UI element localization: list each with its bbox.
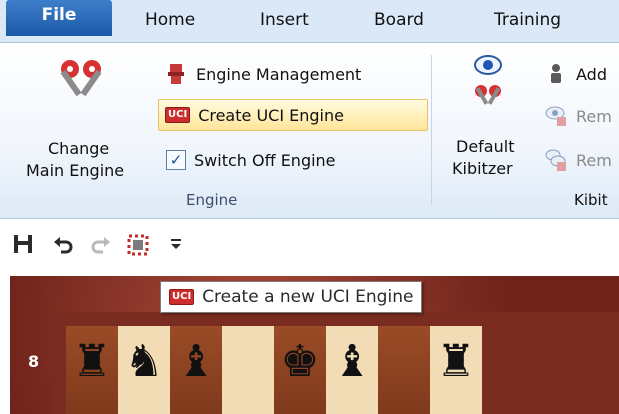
remove-all-kibitzers-label: Rem (576, 150, 612, 170)
tab-training[interactable]: Training (494, 6, 561, 38)
switch-off-engine-checkbox[interactable]: ✓ Switch Off Engine (166, 145, 336, 175)
kibitzer-group-label: Kibit (574, 191, 608, 209)
piece-a8[interactable]: ♜ (66, 338, 118, 386)
default-kibitzer-label-1: Default (456, 137, 515, 156)
remove-kibitzer-label: Rem (576, 106, 612, 126)
create-uci-engine-button[interactable]: UCI Create UCI Engine (158, 99, 428, 131)
piece-f8[interactable]: ♝ (326, 338, 378, 386)
piece-h8[interactable]: ♜ (430, 338, 482, 386)
quick-access-toolbar (0, 219, 619, 267)
rank-label: 8 (28, 352, 40, 371)
engine-icon[interactable] (126, 233, 150, 257)
switch-off-engine-label: Switch Off Engine (194, 150, 336, 170)
engine-management-button[interactable]: Engine Management (164, 59, 361, 89)
customize-dropdown-icon[interactable] (168, 233, 192, 257)
tab-file[interactable]: File (6, 0, 112, 36)
engine-group-label: Engine (186, 191, 238, 209)
remove-all-kibitzers-button[interactable]: Rem (544, 145, 612, 175)
engine-management-label: Engine Management (196, 64, 362, 84)
ribbon-tab-bar: File Home Insert Board Training (0, 0, 619, 43)
kibitzer-eye-icon (474, 55, 502, 105)
uci-icon: UCI (169, 289, 195, 305)
add-kibitzer-button[interactable]: Add (544, 59, 607, 89)
tooltip-text: Create a new UCI Engine (202, 287, 414, 307)
piece-c8[interactable]: ♝ (170, 338, 222, 386)
piece-b8[interactable]: ♞ (118, 338, 170, 386)
square-g8[interactable] (378, 326, 430, 414)
default-kibitzer-button[interactable]: Default Kibitzer (448, 53, 532, 183)
uci-icon: UCI (165, 107, 191, 123)
change-main-engine-button[interactable]: Change Main Engine (20, 53, 146, 183)
change-main-engine-label-2: Main Engine (26, 161, 125, 180)
remove-all-kibitzers-icon (544, 148, 568, 172)
create-uci-engine-label: Create UCI Engine (198, 105, 344, 125)
tab-board[interactable]: Board (374, 6, 424, 38)
tab-insert[interactable]: Insert (260, 6, 309, 38)
remove-kibitzer-button[interactable]: Rem (544, 101, 612, 131)
tab-home[interactable]: Home (145, 6, 195, 38)
ribbon: Change Main Engine Engine Management UCI… (0, 43, 619, 219)
undo-icon[interactable] (52, 233, 76, 257)
remove-kibitzer-icon (544, 104, 568, 128)
add-kibitzer-icon (544, 62, 568, 86)
save-icon[interactable] (12, 233, 36, 257)
default-kibitzer-label-2: Kibitzer (452, 159, 513, 178)
change-main-engine-label-1: Change (48, 139, 110, 158)
redo-icon[interactable] (90, 233, 114, 257)
piece-e8[interactable]: ♚ (274, 338, 326, 386)
engine-wrench-icon (60, 60, 102, 97)
square-d8[interactable] (222, 326, 274, 414)
engine-management-icon (164, 62, 188, 86)
group-separator (431, 55, 432, 205)
tooltip: UCI Create a new UCI Engine (160, 281, 423, 313)
add-kibitzer-label: Add (576, 64, 607, 84)
checkbox-checked-icon: ✓ (166, 150, 186, 170)
